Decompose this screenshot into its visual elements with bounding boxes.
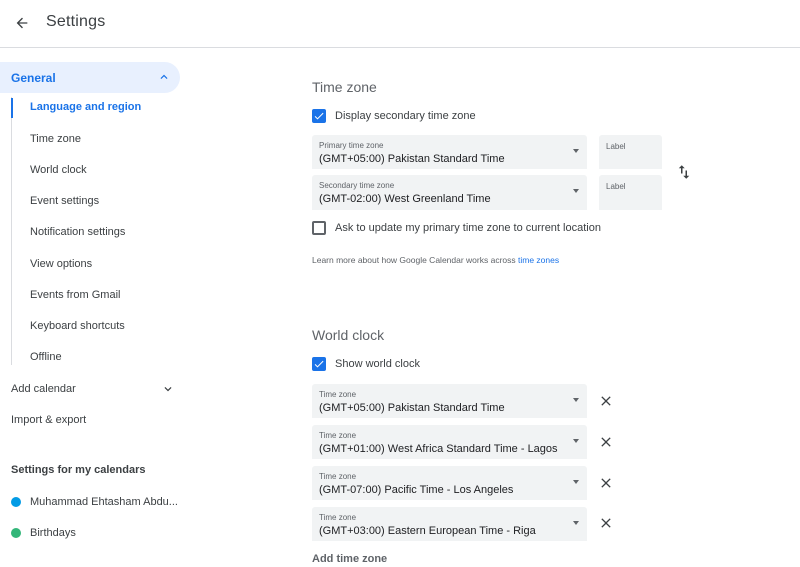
select-value: (GMT+05:00) Pakistan Standard Time <box>319 153 505 165</box>
dropdown-caret-icon <box>573 398 579 402</box>
close-icon <box>601 437 611 447</box>
sidebar-item-calendar-birthdays[interactable]: Birthdays <box>11 525 182 541</box>
select-label: Time zone <box>319 431 357 440</box>
dropdown-caret-icon <box>573 480 579 484</box>
submenu-track <box>11 97 12 365</box>
world-clock-tz-select-2[interactable]: Time zone (GMT+01:00) West Africa Standa… <box>312 425 587 459</box>
remove-world-clock-tz-2-button[interactable] <box>596 432 616 452</box>
select-label: Primary time zone <box>319 141 384 150</box>
dropdown-caret-icon <box>573 149 579 153</box>
ask-update-tz-checkbox-row[interactable]: Ask to update my primary time zone to cu… <box>312 221 601 235</box>
close-icon <box>601 518 611 528</box>
learn-more-prefix: Learn more about how Google Calendar wor… <box>312 255 518 265</box>
dropdown-caret-icon <box>573 189 579 193</box>
dropdown-caret-icon <box>573 521 579 525</box>
select-value: (GMT+05:00) Pakistan Standard Time <box>319 402 505 414</box>
checkbox-label: Ask to update my primary time zone to cu… <box>335 222 601 234</box>
world-clock-tz-select-3[interactable]: Time zone (GMT-07:00) Pacific Time - Los… <box>312 466 587 500</box>
select-label: Time zone <box>319 390 357 399</box>
sidebar-item-world-clock[interactable]: World clock <box>30 164 87 176</box>
select-label: Secondary time zone <box>319 181 395 190</box>
settings-sidebar: General Language and region Time zone Wo… <box>0 48 200 567</box>
learn-more-text: Learn more about how Google Calendar wor… <box>312 255 559 265</box>
submenu-active-indicator <box>11 98 13 118</box>
sidebar-item-view-options[interactable]: View options <box>30 258 92 270</box>
remove-world-clock-tz-3-button[interactable] <box>596 473 616 493</box>
chevron-down-icon <box>164 387 172 392</box>
check-icon <box>314 112 324 120</box>
add-time-zone-button[interactable]: Add time zone <box>312 553 387 565</box>
sidebar-item-time-zone[interactable]: Time zone <box>30 133 81 145</box>
close-icon <box>601 396 611 406</box>
display-secondary-tz-checkbox[interactable] <box>312 109 326 123</box>
swap-vertical-icon <box>678 165 690 179</box>
select-value: (GMT-07:00) Pacific Time - Los Angeles <box>319 484 514 496</box>
page-title: Settings <box>46 13 106 30</box>
remove-world-clock-tz-1-button[interactable] <box>596 391 616 411</box>
sidebar-item-label: General <box>11 70 56 85</box>
select-value: (GMT+03:00) Eastern European Time - Riga <box>319 525 536 537</box>
checkbox-label: Display secondary time zone <box>335 110 476 122</box>
sidebar-item-offline[interactable]: Offline <box>30 351 62 363</box>
select-value: (GMT-02:00) West Greenland Time <box>319 193 491 205</box>
sidebar-item-language-and-region[interactable]: Language and region <box>30 101 141 113</box>
select-value: (GMT+01:00) West Africa Standard Time - … <box>319 443 558 455</box>
show-world-clock-checkbox-row[interactable]: Show world clock <box>312 357 420 371</box>
calendar-name: Muhammad Ehtasham Abdu... <box>30 496 178 508</box>
remove-world-clock-tz-4-button[interactable] <box>596 513 616 533</box>
arrow-back-icon <box>16 17 28 29</box>
sidebar-item-event-settings[interactable]: Event settings <box>30 195 99 207</box>
sidebar-item-general[interactable]: General <box>0 62 180 93</box>
time-zones-link[interactable]: time zones <box>518 255 559 265</box>
checkbox-label: Show world clock <box>335 358 420 370</box>
label-placeholder: Label <box>606 182 626 191</box>
world-clock-section-title: World clock <box>312 327 385 343</box>
select-label: Time zone <box>319 472 357 481</box>
sidebar-item-notification-settings[interactable]: Notification settings <box>30 226 125 238</box>
calendar-color-dot <box>11 497 21 507</box>
dropdown-caret-icon <box>573 439 579 443</box>
calendar-color-dot <box>11 528 21 538</box>
label-placeholder: Label <box>606 142 626 151</box>
world-clock-tz-select-4[interactable]: Time zone (GMT+03:00) Eastern European T… <box>312 507 587 541</box>
ask-update-tz-checkbox[interactable] <box>312 221 326 235</box>
display-secondary-tz-checkbox-row[interactable]: Display secondary time zone <box>312 109 476 123</box>
sidebar-item-import-export[interactable]: Import & export <box>11 414 86 426</box>
sidebar-item-calendar-personal[interactable]: Muhammad Ehtasham Abdu... <box>11 494 182 510</box>
show-world-clock-checkbox[interactable] <box>312 357 326 371</box>
sidebar-item-add-calendar[interactable]: Add calendar <box>11 383 172 395</box>
check-icon <box>314 360 324 368</box>
secondary-tz-label-input[interactable]: Label <box>599 175 662 210</box>
primary-time-zone-select[interactable]: Primary time zone (GMT+05:00) Pakistan S… <box>312 135 587 169</box>
close-icon <box>601 478 611 488</box>
primary-tz-label-input[interactable]: Label <box>599 135 662 169</box>
sidebar-item-events-from-gmail[interactable]: Events from Gmail <box>30 289 120 301</box>
time-zone-section-title: Time zone <box>312 79 377 95</box>
select-label: Time zone <box>319 513 357 522</box>
my-calendars-heading: Settings for my calendars <box>11 464 146 476</box>
sidebar-item-keyboard-shortcuts[interactable]: Keyboard shortcuts <box>30 320 125 332</box>
sidebar-item-label: Add calendar <box>11 383 76 395</box>
world-clock-tz-select-1[interactable]: Time zone (GMT+05:00) Pakistan Standard … <box>312 384 587 418</box>
back-button[interactable] <box>8 9 36 37</box>
chevron-up-icon <box>160 74 168 79</box>
top-app-bar: Settings <box>0 0 800 48</box>
calendar-name: Birthdays <box>30 527 76 539</box>
swap-time-zones-button[interactable] <box>673 161 695 183</box>
secondary-time-zone-select[interactable]: Secondary time zone (GMT-02:00) West Gre… <box>312 175 587 210</box>
